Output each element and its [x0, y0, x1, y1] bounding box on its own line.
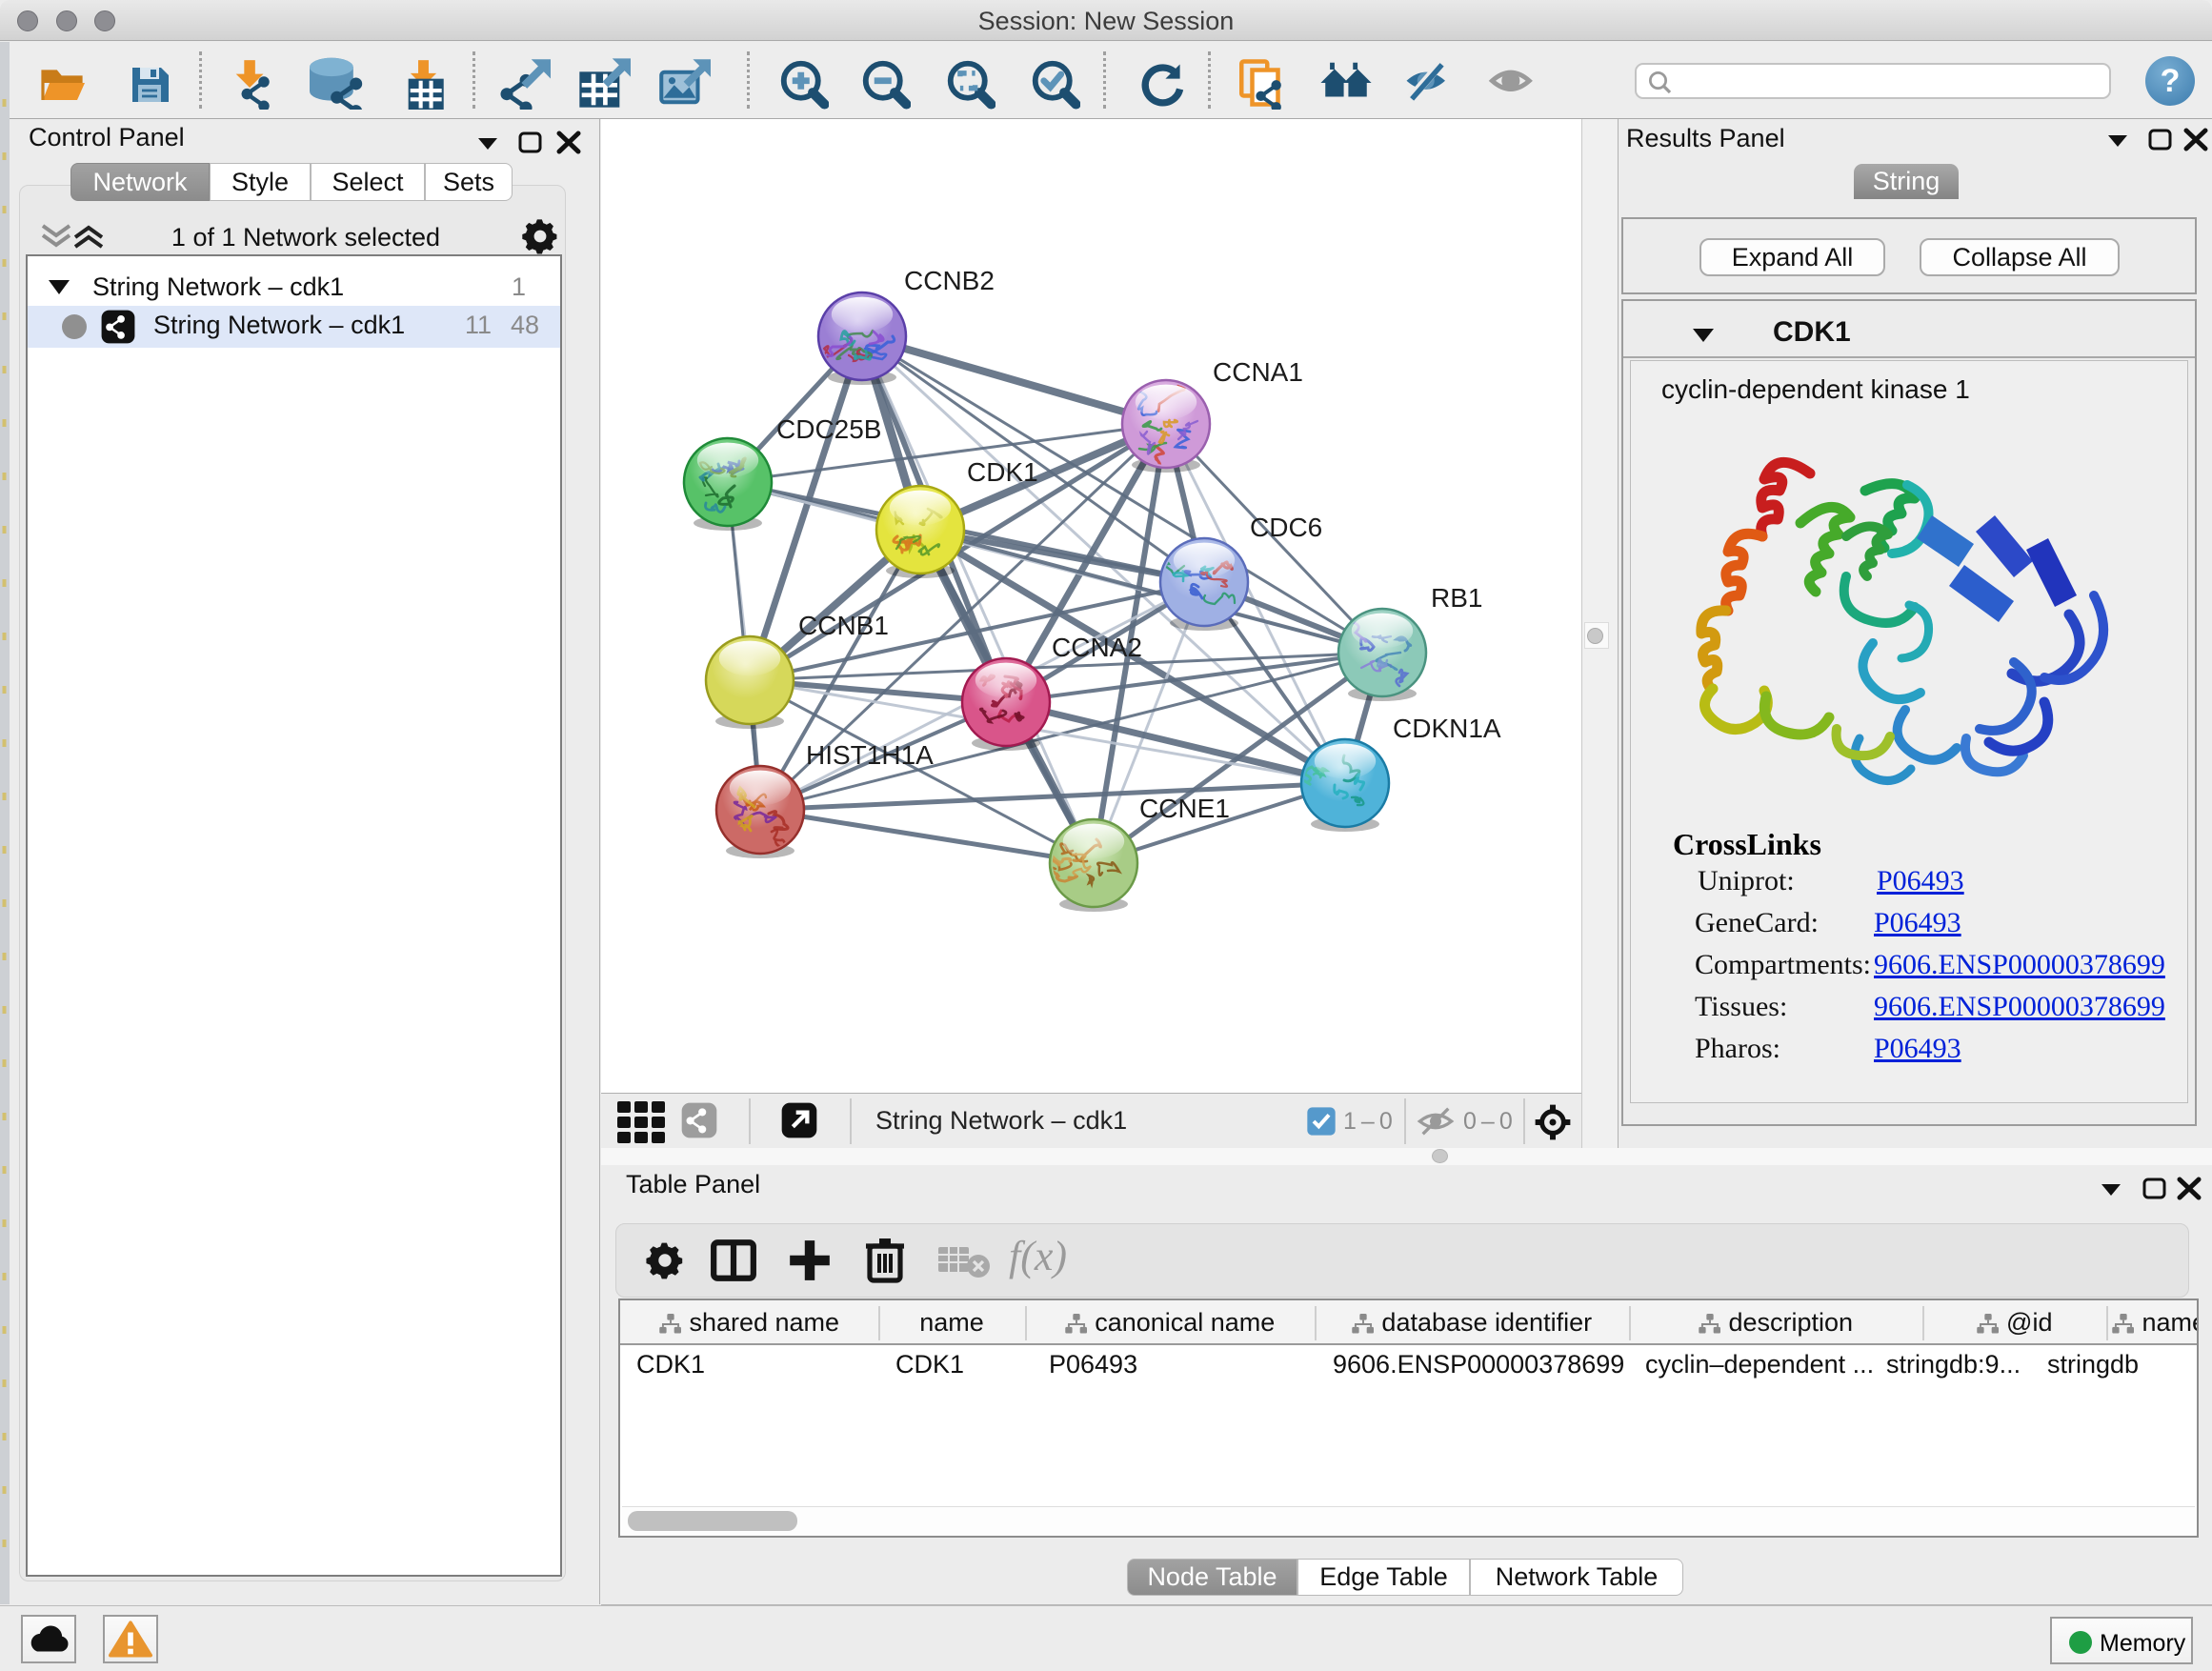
svg-text:CCNA2: CCNA2 [1052, 633, 1142, 662]
svg-text:HIST1H1A: HIST1H1A [806, 740, 934, 770]
svg-text:CCNB2: CCNB2 [904, 266, 995, 295]
svg-text:RB1: RB1 [1431, 583, 1482, 613]
svg-text:CCNE1: CCNE1 [1139, 794, 1230, 823]
svg-text:CDC25B: CDC25B [776, 414, 881, 444]
svg-text:CDKN1A: CDKN1A [1393, 714, 1501, 743]
svg-text:CDK1: CDK1 [967, 457, 1038, 487]
svg-text:CCNB1: CCNB1 [798, 611, 889, 640]
svg-text:CDC6: CDC6 [1250, 513, 1322, 542]
svg-text:CCNA1: CCNA1 [1213, 357, 1303, 387]
